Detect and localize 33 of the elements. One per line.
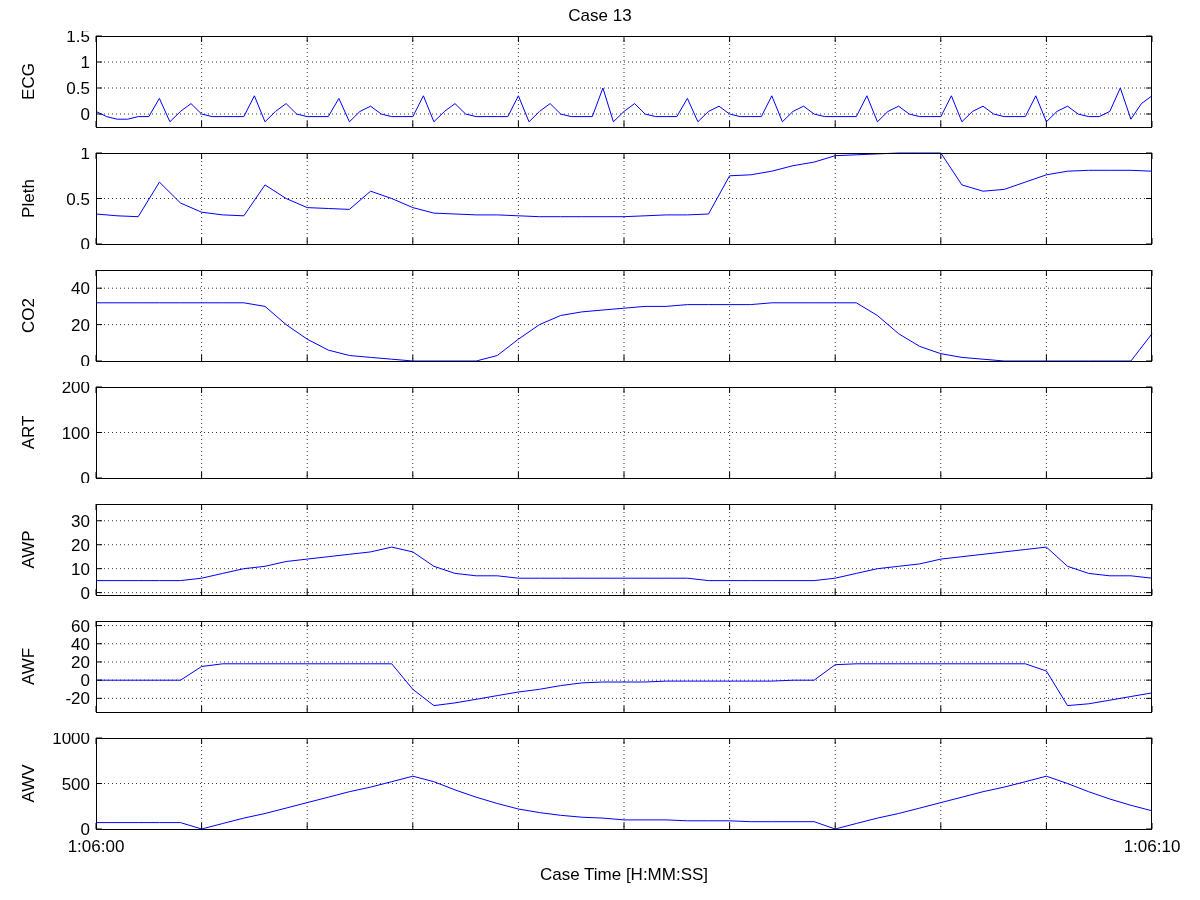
- axis-tick-label: 1:06:00: [67, 837, 125, 856]
- axis-tick-label: 1000: [52, 733, 90, 748]
- axis-label: Case Time [H:MM:SS]: [539, 865, 709, 884]
- chart-title: Case 13: [568, 5, 632, 26]
- axis-tick-label: 0.5: [66, 189, 90, 209]
- axis-tick-label: 1.5: [66, 31, 90, 46]
- axis-label: CO2: [19, 298, 38, 333]
- axis-tick-label: 0: [80, 820, 90, 839]
- axis-label: AWF: [19, 647, 38, 686]
- axis-tick-label: 1: [80, 148, 90, 163]
- axis-tick-label: 1:06:10: [1123, 837, 1181, 856]
- axis-tick-label: 200: [61, 382, 90, 397]
- axis-tick-label: 10: [71, 559, 90, 579]
- axis-tick-label: 0: [80, 105, 90, 124]
- axis-label: ART: [19, 415, 38, 450]
- axis-tick-label: 30: [71, 511, 90, 531]
- axis-tick-label: 20: [71, 315, 90, 335]
- axis-label: Pleth: [19, 179, 38, 218]
- axis-tick-label: 0.5: [66, 79, 90, 98]
- axis-tick-label: 20: [71, 535, 90, 555]
- axis-tick-label: 0: [80, 671, 90, 691]
- axis-tick-label: -20: [65, 689, 90, 709]
- axis-tick-label: 1: [80, 53, 90, 72]
- axis-tick-label: 40: [71, 279, 90, 299]
- axis-label: ECG: [19, 63, 38, 100]
- axis-label: AWV: [19, 764, 38, 803]
- axis-tick-label: 20: [71, 652, 90, 672]
- axis-tick-label: 40: [71, 634, 90, 654]
- axis-tick-label: 0: [80, 583, 90, 600]
- axis-tick-label: 100: [61, 423, 90, 443]
- axis-label: AWP: [19, 530, 38, 569]
- axis-tick-label: 500: [61, 774, 90, 794]
- axis-tick-label: 60: [71, 616, 90, 636]
